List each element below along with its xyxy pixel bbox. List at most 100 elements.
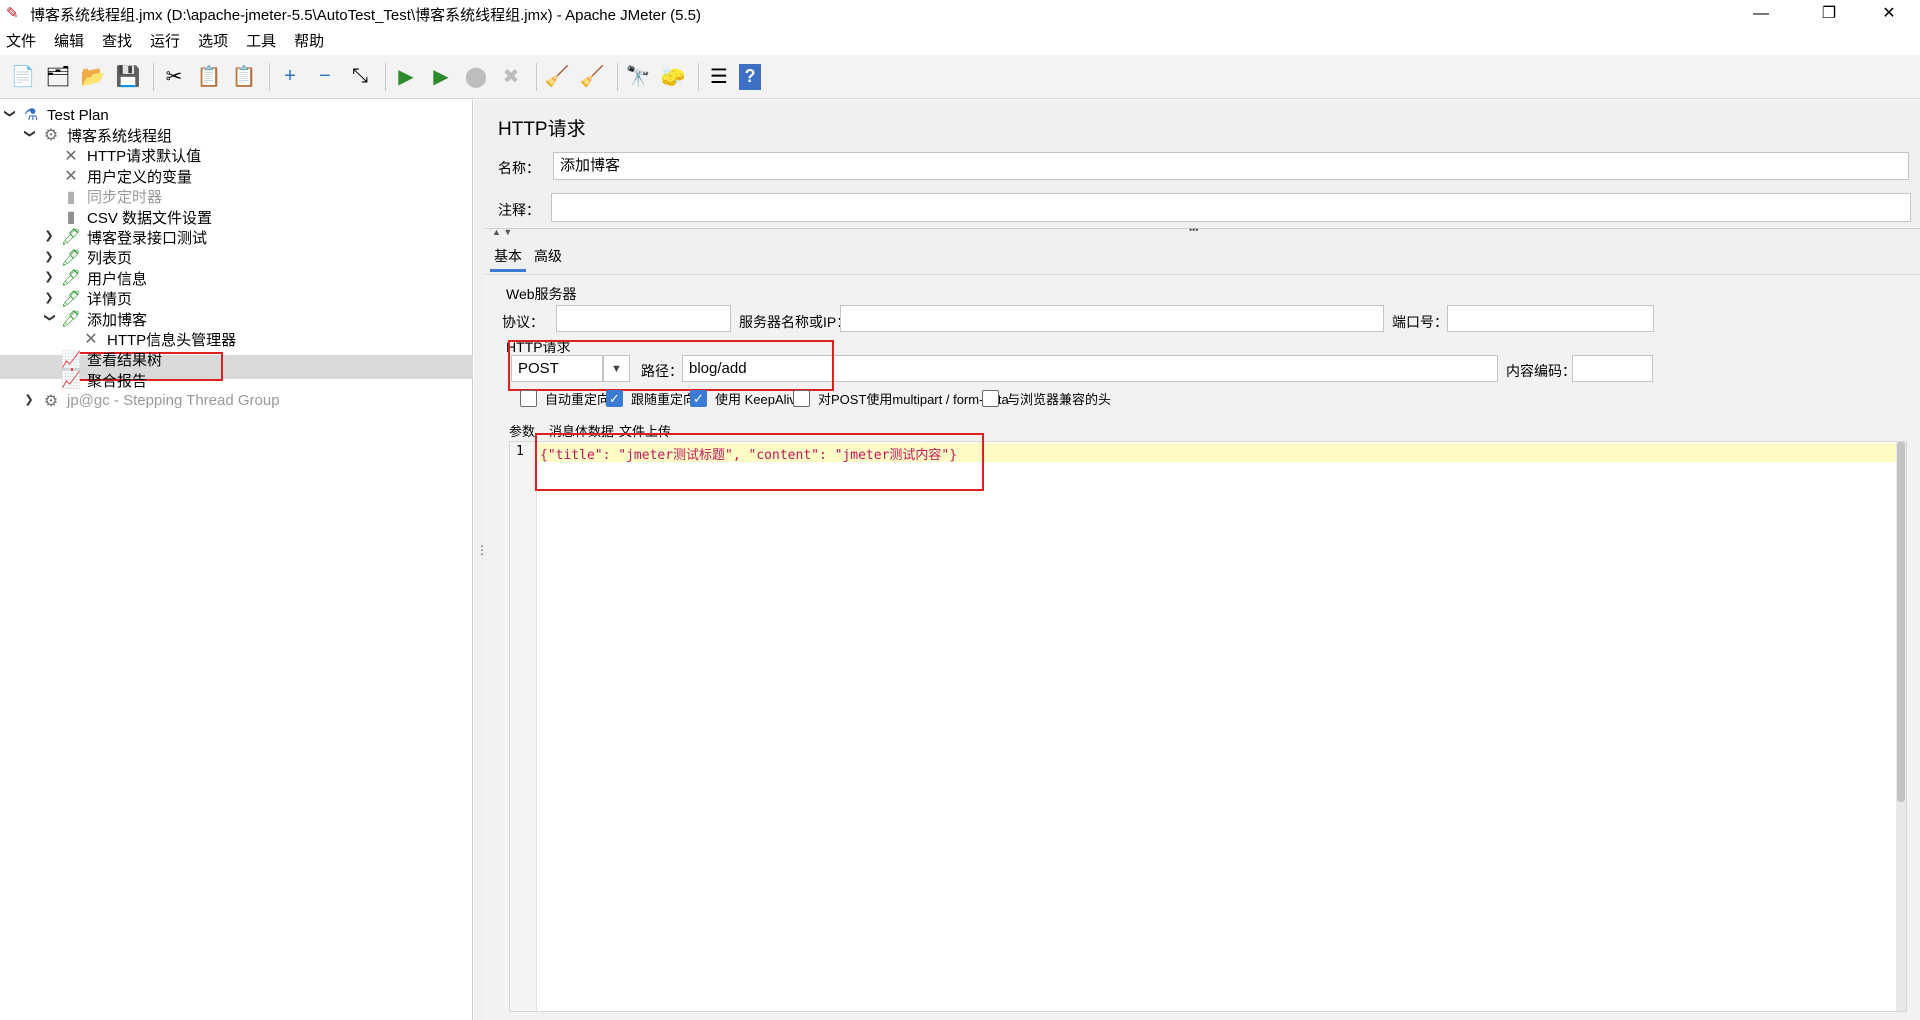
checkbox-empty-icon[interactable] <box>793 390 810 407</box>
gear-icon: ⚙ <box>43 392 59 410</box>
menu-file[interactable]: 文件 <box>6 30 36 51</box>
checkmark-icon[interactable]: ✓ <box>606 390 623 407</box>
templates-icon[interactable]: 🗂 <box>43 62 73 92</box>
tree-node-label: 用户信息 <box>87 270 148 288</box>
server-input[interactable] <box>840 305 1384 332</box>
clear-icon[interactable]: 🧹 <box>542 62 572 92</box>
open-icon[interactable]: 📂 <box>78 62 108 92</box>
copy-icon[interactable]: 📋 <box>194 62 224 92</box>
option-checkbox[interactable]: 对POST使用multipart / form-data <box>793 389 1009 408</box>
option-checkbox[interactable]: ✓ 跟随重定向 <box>606 389 696 408</box>
tree-node[interactable]: ⚙ jp@gc - Stepping Thread Group <box>40 389 280 413</box>
reset-search-icon[interactable]: 🧽 <box>658 62 688 92</box>
option-checkbox[interactable]: 与浏览器兼容的头 <box>982 389 1111 408</box>
timer-icon: ▮ <box>66 188 76 206</box>
restore-button[interactable]: ❐ <box>1806 0 1852 28</box>
checkbox-empty-icon[interactable] <box>982 390 999 407</box>
tree-node-label: Test Plan <box>47 106 109 124</box>
expand-arrow-icon[interactable]: ❯ <box>42 250 56 263</box>
menu-search[interactable]: 查找 <box>102 30 132 51</box>
toolbar-separator <box>536 62 537 91</box>
sampler-icon: 🖊 <box>60 290 82 308</box>
server-label: 服务器名称或IP： <box>739 314 851 330</box>
sampler-icon: 🖊 <box>60 270 82 288</box>
scrollbar-thumb[interactable] <box>1897 442 1905 802</box>
line-number: 1 <box>516 444 524 459</box>
menu-help[interactable]: 帮助 <box>294 30 324 51</box>
search-icon[interactable]: 🔭 <box>623 62 653 92</box>
vertical-scrollbar[interactable] <box>1896 442 1906 1011</box>
file-icon: ▮ <box>66 209 76 226</box>
stop-icon[interactable]: ⬤ <box>461 62 491 92</box>
cut-icon[interactable]: ✂ <box>159 62 189 92</box>
tab-advanced[interactable]: 高级 <box>534 246 562 266</box>
menu-options[interactable]: 选项 <box>198 30 228 51</box>
tab-basic[interactable]: 基本 <box>490 246 526 272</box>
menu-edit[interactable]: 编辑 <box>54 30 84 51</box>
start-no-pause-icon[interactable]: ▶ <box>426 62 456 92</box>
expand-arrow-icon[interactable]: ❯ <box>22 393 36 406</box>
tree-node-label: 博客系统线程组 <box>67 127 173 145</box>
split-pane-divider[interactable]: ⋮ <box>474 100 488 1020</box>
minimize-button[interactable]: — <box>1738 0 1784 28</box>
collapse-icon[interactable]: − <box>310 62 340 92</box>
toggle-icon[interactable]: ⤡ <box>345 62 375 92</box>
start-icon[interactable]: ▶ <box>391 62 421 92</box>
close-button[interactable]: ✕ <box>1866 0 1912 28</box>
jmeter-feather-icon: ✎ <box>6 5 19 22</box>
encoding-input[interactable] <box>1572 355 1653 382</box>
annotation-box-request <box>508 340 834 391</box>
option-checkbox[interactable]: 自动重定向 <box>520 389 610 408</box>
tree-node-label: 博客登录接口测试 <box>87 229 208 247</box>
tree-node-label: 聚合报告 <box>87 372 148 390</box>
listener-icon: 📈 <box>61 351 81 369</box>
protocol-label: 协议： <box>502 314 544 330</box>
wrench-icon: ✕ <box>64 168 78 186</box>
menu-bar: 文件 编辑 查找 运行 选项 工具 帮助 <box>0 28 1920 53</box>
tree-node-label: 详情页 <box>87 291 133 309</box>
toolbar: 📄 🗂 📂 💾 ✂ 📋 📋 + − ⤡ ▶ ▶ ⬤ ✖ 🧹 🧹 🔭 🧽 ☰? <box>0 55 1920 99</box>
port-input[interactable] <box>1447 305 1654 332</box>
listener-icon: 📈 <box>61 372 81 390</box>
comment-input[interactable] <box>551 193 1911 222</box>
panel-heading: HTTP请求 <box>498 119 586 140</box>
tab-parameters[interactable]: 参数 <box>509 421 535 440</box>
tree-node-label: 列表页 <box>87 250 133 268</box>
collapse-arrow-icon[interactable]: ❮ <box>43 311 56 325</box>
encoding-label: 内容编码： <box>1506 363 1576 379</box>
body-editor[interactable]: 1 {"title": "jmeter测试标题", "content": "jm… <box>509 441 1907 1012</box>
tree-node-label: CSV 数据文件设置 <box>87 209 213 227</box>
expand-icon[interactable]: + <box>275 62 305 92</box>
toolbar-separator <box>153 62 154 91</box>
function-helper-icon[interactable]: ☰ <box>704 62 734 92</box>
collapse-arrow-icon[interactable]: ❮ <box>23 127 36 141</box>
option-checkbox[interactable]: ✓ 使用 KeepAlive <box>690 389 803 408</box>
checkbox-empty-icon[interactable] <box>520 390 537 407</box>
option-label: 对POST使用multipart / form-data <box>818 392 1009 407</box>
toolbar-separator <box>617 62 618 91</box>
collapse-arrow-icon[interactable]: ❮ <box>3 107 16 121</box>
paste-icon[interactable]: 📋 <box>229 62 259 92</box>
gear-icon: ⚙ <box>43 127 59 145</box>
protocol-input[interactable] <box>556 305 731 332</box>
flask-icon: ⚗ <box>23 107 39 124</box>
menu-tools[interactable]: 工具 <box>246 30 276 51</box>
line-gutter <box>510 442 537 1011</box>
menu-run[interactable]: 运行 <box>150 30 180 51</box>
save-icon[interactable]: 💾 <box>113 62 143 92</box>
clear-all-icon[interactable]: 🧹 <box>577 62 607 92</box>
expand-arrow-icon[interactable]: ❯ <box>42 229 56 242</box>
tree-node-label: 查看结果树 <box>87 352 163 370</box>
expand-arrow-icon[interactable]: ❯ <box>42 291 56 304</box>
shutdown-icon[interactable]: ✖ <box>496 62 526 92</box>
new-icon[interactable]: 📄 <box>8 62 38 92</box>
test-plan-tree: ❮ ⚗ Test Plan ❮ ⚙ 博客系统线程组 ✕ HTTP请求默认值 ✕ 用户定义的变量 ▮ 同… <box>0 100 473 1020</box>
name-label: 名称： <box>498 160 540 176</box>
name-input[interactable]: 添加博客 <box>553 152 1909 180</box>
collapse-divider[interactable]: ▲ ▼ ••• <box>484 225 1920 238</box>
expand-arrow-icon[interactable]: ❯ <box>42 270 56 283</box>
tree-node-label: 添加博客 <box>87 311 148 329</box>
help-icon[interactable]: ? <box>739 63 761 90</box>
checkmark-icon[interactable]: ✓ <box>690 390 707 407</box>
wrench-icon: ✕ <box>64 147 78 165</box>
